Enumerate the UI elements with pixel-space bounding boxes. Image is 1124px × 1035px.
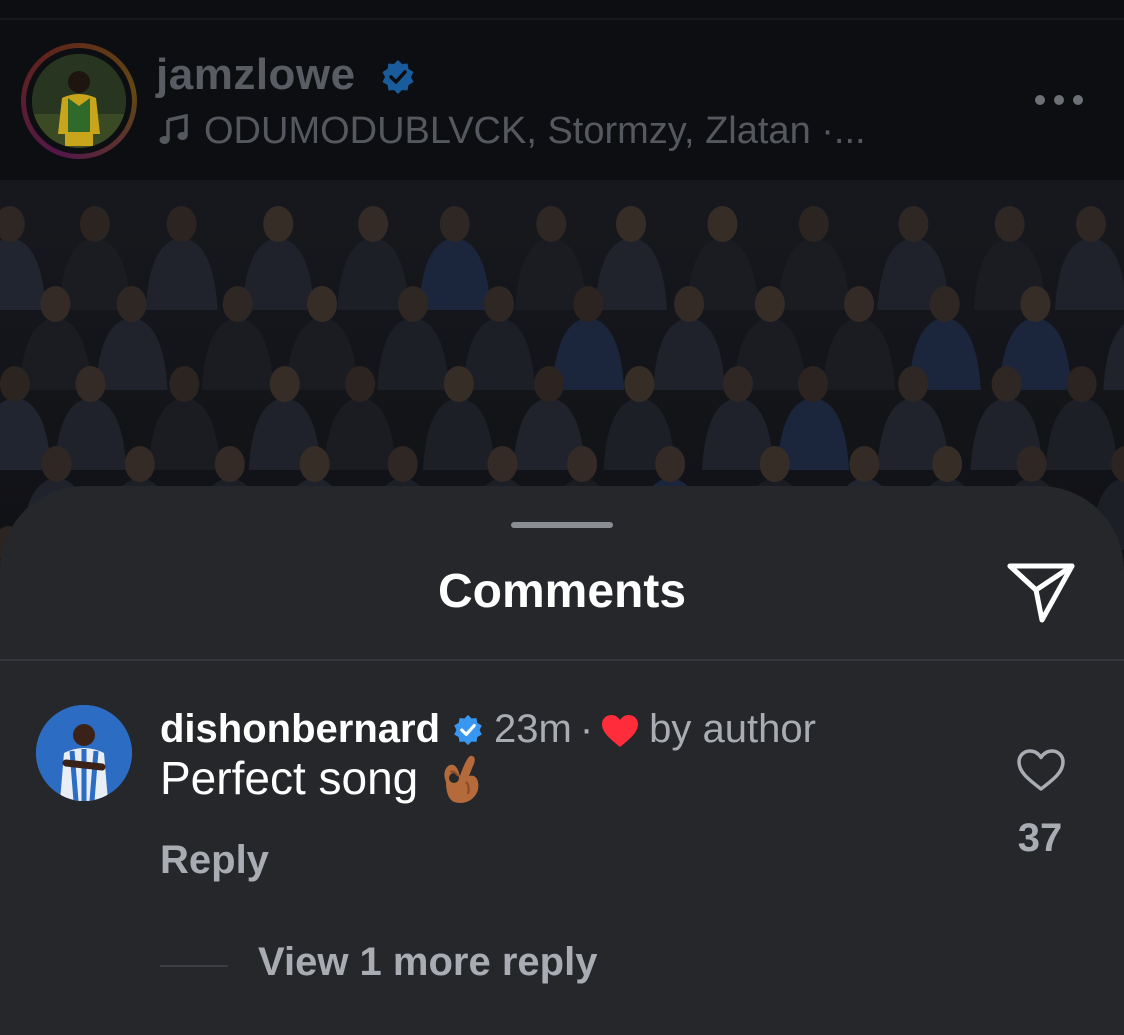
like-count: 37 bbox=[1017, 816, 1063, 860]
comments-sheet: Comments dishonbernard 23m · by author P… bbox=[0, 486, 1124, 1035]
meta-separator: · bbox=[579, 707, 594, 751]
avatar-photo-icon bbox=[36, 705, 132, 801]
comment-text: Perfect song bbox=[160, 748, 484, 808]
comment-username[interactable]: dishonbernard bbox=[160, 707, 440, 751]
sheet-grabber[interactable] bbox=[511, 522, 613, 528]
comment-timestamp: 23m bbox=[494, 707, 572, 751]
verified-badge-icon bbox=[382, 60, 414, 94]
reel-comments-screen: jamzlowe ODUMODUBLVCK, Stormzy, Zlatan ·… bbox=[0, 0, 1124, 1035]
verified-badge-icon bbox=[454, 714, 482, 746]
paper-plane-icon[interactable] bbox=[1006, 562, 1076, 624]
avatar-wrapper bbox=[21, 43, 137, 159]
liked-by-author-label: by author bbox=[649, 707, 816, 751]
divider bbox=[0, 659, 1124, 661]
music-attribution[interactable]: ODUMODUBLVCK, Stormzy, Zlatan ·... bbox=[158, 110, 866, 153]
music-label: ODUMODUBLVCK, Stormzy, Zlatan ·... bbox=[204, 110, 866, 152]
post-username[interactable]: jamzlowe bbox=[156, 50, 356, 100]
avatar-photo-icon bbox=[32, 54, 126, 148]
ok-hand-emoji bbox=[444, 755, 479, 803]
comment-body: Perfect song bbox=[160, 752, 419, 804]
divider bbox=[0, 18, 1124, 20]
story-ring-gap bbox=[26, 48, 132, 154]
more-options-icon[interactable] bbox=[1034, 92, 1084, 108]
reply-button[interactable]: Reply bbox=[160, 838, 269, 883]
post-author-avatar[interactable] bbox=[32, 54, 126, 148]
view-more-replies-button[interactable]: View 1 more reply bbox=[258, 940, 597, 985]
sheet-title: Comments bbox=[437, 565, 687, 618]
music-note-icon bbox=[159, 114, 188, 144]
liked-by-author-heart-icon bbox=[602, 715, 639, 747]
heart-outline-icon[interactable] bbox=[1016, 748, 1066, 792]
comment-author-avatar[interactable] bbox=[36, 705, 132, 801]
thread-line bbox=[160, 965, 228, 967]
post-header: jamzlowe ODUMODUBLVCK, Stormzy, Zlatan ·… bbox=[0, 0, 1124, 180]
comment-meta: dishonbernard 23m · by author bbox=[160, 704, 816, 754]
